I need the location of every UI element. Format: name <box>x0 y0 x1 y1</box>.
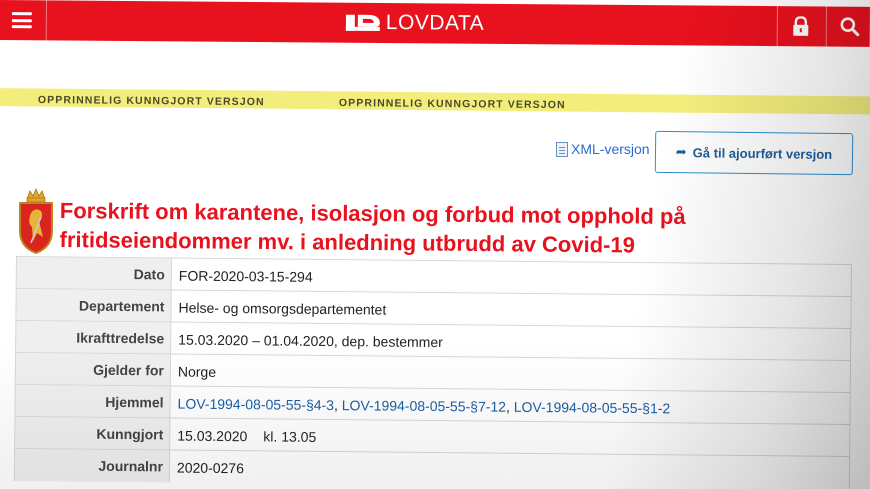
search-button[interactable] <box>825 6 870 47</box>
version-banner-label: OPPRINNELIG KUNNGJORT VERSJON <box>37 94 265 109</box>
norway-coat-of-arms-icon <box>19 187 53 255</box>
menu-button[interactable] <box>0 0 44 40</box>
kunngjort-date: 15.03.2020 <box>177 427 248 445</box>
forward-arrow-icon: ➦ <box>675 144 687 160</box>
metadata-key: Journalnr <box>13 448 171 483</box>
metadata-value: FOR-2020-03-15-294 <box>178 267 313 285</box>
metadata-key: Hjemmel <box>14 384 171 419</box>
metadata-key: Gjelder for <box>14 352 172 387</box>
top-navigation-bar: LOVDATA <box>0 0 870 47</box>
lock-icon <box>792 16 808 36</box>
goto-updated-version-label: Gå til ajourført versjon <box>692 144 833 162</box>
brand-name: LOVDATA <box>385 11 485 35</box>
lovdata-logo-mark-icon <box>345 14 380 31</box>
metadata-row-journalnr: Journalnr 2020-0276 <box>13 447 851 489</box>
metadata-value: Norge <box>177 363 217 380</box>
document-title: Forskrift om karantene, isolasjon og for… <box>59 197 686 258</box>
metadata-value: 2020-0276 <box>176 459 245 477</box>
xml-version-link[interactable]: XML-versjon <box>556 141 650 157</box>
version-banner-label: OPPRINNELIG KUNNGJORT VERSJON <box>338 97 566 112</box>
metadata-key: Dato <box>15 256 172 291</box>
login-button[interactable] <box>776 6 823 47</box>
xml-document-icon <box>556 141 568 157</box>
goto-updated-version-button[interactable]: ➦ Gå til ajourført versjon <box>654 130 854 176</box>
hjemmel-link[interactable]: LOV-1994-08-05-55-§1-2 <box>514 399 671 417</box>
xml-version-label: XML-versjon <box>571 141 650 157</box>
search-icon <box>840 17 859 37</box>
metadata-key: Kunngjort <box>14 416 171 451</box>
hamburger-menu-icon <box>11 12 32 29</box>
metadata-key: Departement <box>15 288 172 323</box>
metadata-value: 15.03.2020 kl. 13.05 <box>177 419 316 454</box>
kunngjort-time: kl. 13.05 <box>263 428 317 445</box>
metadata-key: Ikrafttredelse <box>15 320 172 355</box>
hjemmel-link[interactable]: LOV-1994-08-05-55-§7-12 <box>342 397 506 415</box>
lovdata-logo[interactable]: LOVDATA <box>345 11 485 36</box>
divider <box>45 0 47 41</box>
metadata-table: Dato FOR-2020-03-15-294 Departement Hels… <box>13 256 852 489</box>
hjemmel-link[interactable]: LOV-1994-08-05-55-§4-3 <box>178 396 335 414</box>
